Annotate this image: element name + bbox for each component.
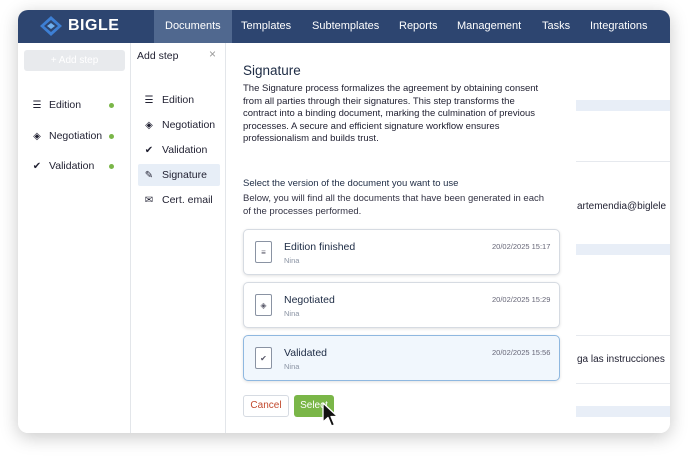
app-window: BIGLE Documents Templates Subtemplates R… [18, 10, 670, 433]
nav-subtemplates[interactable]: Subtemplates [301, 10, 390, 43]
add-step-validation[interactable]: ✔ Validation [138, 139, 220, 161]
add-step-title: Add step [137, 50, 179, 62]
background-document-list: artemendia@biglele ga las instrucciones [576, 43, 670, 433]
check-circle-icon: ✔ [144, 144, 154, 156]
row-stripe [576, 406, 670, 417]
workflow-step-validation[interactable]: ✔ Validation [30, 158, 95, 174]
row-stripe [576, 100, 670, 111]
handshake-icon: ◈ [33, 130, 41, 142]
add-step-item-label: Negotiation [162, 119, 216, 131]
select-version-help: Below, you will find all the documents t… [243, 193, 545, 217]
workflow-step-edition[interactable]: ☰ Edition [30, 97, 82, 113]
document-date: 20/02/2025 15:29 [492, 295, 551, 304]
select-version-heading: Select the version of the document you w… [243, 178, 459, 189]
status-dot [109, 103, 114, 108]
background-email: artemendia@biglele [577, 201, 667, 212]
workflow-step-label: Edition [49, 99, 82, 111]
signature-panel: Signature The Signature process formaliz… [226, 43, 576, 433]
document-version-card-selected[interactable]: ✔ Validated Nina 20/02/2025 15:56 [243, 335, 560, 381]
document-name: Edition finished [284, 241, 356, 253]
row-divider [576, 335, 670, 336]
workflow-step-negotiation[interactable]: ◈ Negotiation [30, 128, 102, 144]
nav-tasks[interactable]: Tasks [531, 10, 581, 43]
edit-lines-icon: ☰ [144, 94, 154, 106]
mouse-pointer-icon [322, 402, 339, 427]
logo: BIGLE [40, 16, 119, 36]
nav-documents[interactable]: Documents [154, 10, 232, 43]
document-user: Nina [284, 256, 300, 265]
document-version-card[interactable]: ≡ Edition finished Nina 20/02/2025 15:17 [243, 229, 560, 275]
nav-management[interactable]: Management [446, 10, 532, 43]
background-instructions: ga las instrucciones [577, 354, 665, 365]
document-date: 20/02/2025 15:56 [492, 348, 551, 357]
document-user: Nina [284, 309, 300, 318]
nav-integrations[interactable]: Integrations [579, 10, 658, 43]
add-step-button[interactable]: + Add step [24, 50, 125, 71]
nav-templates[interactable]: Templates [230, 10, 302, 43]
add-step-item-label: Edition [162, 94, 195, 106]
close-icon[interactable]: × [209, 47, 216, 61]
panel-description: The Signature process formalizes the agr… [243, 83, 539, 145]
workflow-step-label: Negotiation [49, 130, 103, 142]
email-icon: ✉ [144, 194, 154, 206]
document-check-icon: ✔ [255, 347, 272, 369]
document-name: Validated [284, 347, 328, 359]
add-step-item-label: Cert. email [162, 194, 213, 206]
signature-icon: ✎ [144, 169, 154, 181]
check-circle-icon: ✔ [32, 160, 42, 172]
add-step-item-label: Validation [162, 144, 208, 156]
handshake-icon: ◈ [145, 119, 153, 131]
bigle-logo-icon [40, 16, 62, 36]
add-step-cert-email[interactable]: ✉ Cert. email [138, 189, 220, 211]
status-dot [109, 134, 114, 139]
document-version-card[interactable]: ◈ Negotiated Nina 20/02/2025 15:29 [243, 282, 560, 328]
add-step-negotiation[interactable]: ◈ Negotiation [138, 114, 220, 136]
add-step-item-label: Signature [162, 169, 207, 181]
logo-text: BIGLE [68, 17, 120, 34]
document-user: Nina [284, 362, 300, 371]
document-date: 20/02/2025 15:17 [492, 242, 551, 251]
row-divider [576, 383, 670, 384]
add-step-edition[interactable]: ☰ Edition [138, 89, 220, 111]
top-navigation: BIGLE Documents Templates Subtemplates R… [18, 10, 670, 43]
nav-reports[interactable]: Reports [388, 10, 449, 43]
edit-lines-icon: ☰ [32, 99, 42, 111]
row-stripe [576, 244, 670, 255]
panel-title: Signature [243, 63, 301, 78]
row-divider [576, 161, 670, 162]
cancel-button[interactable]: Cancel [243, 395, 289, 417]
add-step-panel: Add step × ☰ Edition ◈ Negotiation ✔ Val… [131, 43, 226, 433]
document-name: Negotiated [284, 294, 335, 306]
document-edit-icon: ≡ [255, 241, 272, 263]
status-dot [109, 164, 114, 169]
document-handshake-icon: ◈ [255, 294, 272, 316]
add-step-signature[interactable]: ✎ Signature [138, 164, 220, 186]
workflow-steps-column: + Add step ☰ Edition ◈ Negotiation ✔ Val… [18, 43, 131, 433]
workflow-step-label: Validation [49, 160, 95, 172]
